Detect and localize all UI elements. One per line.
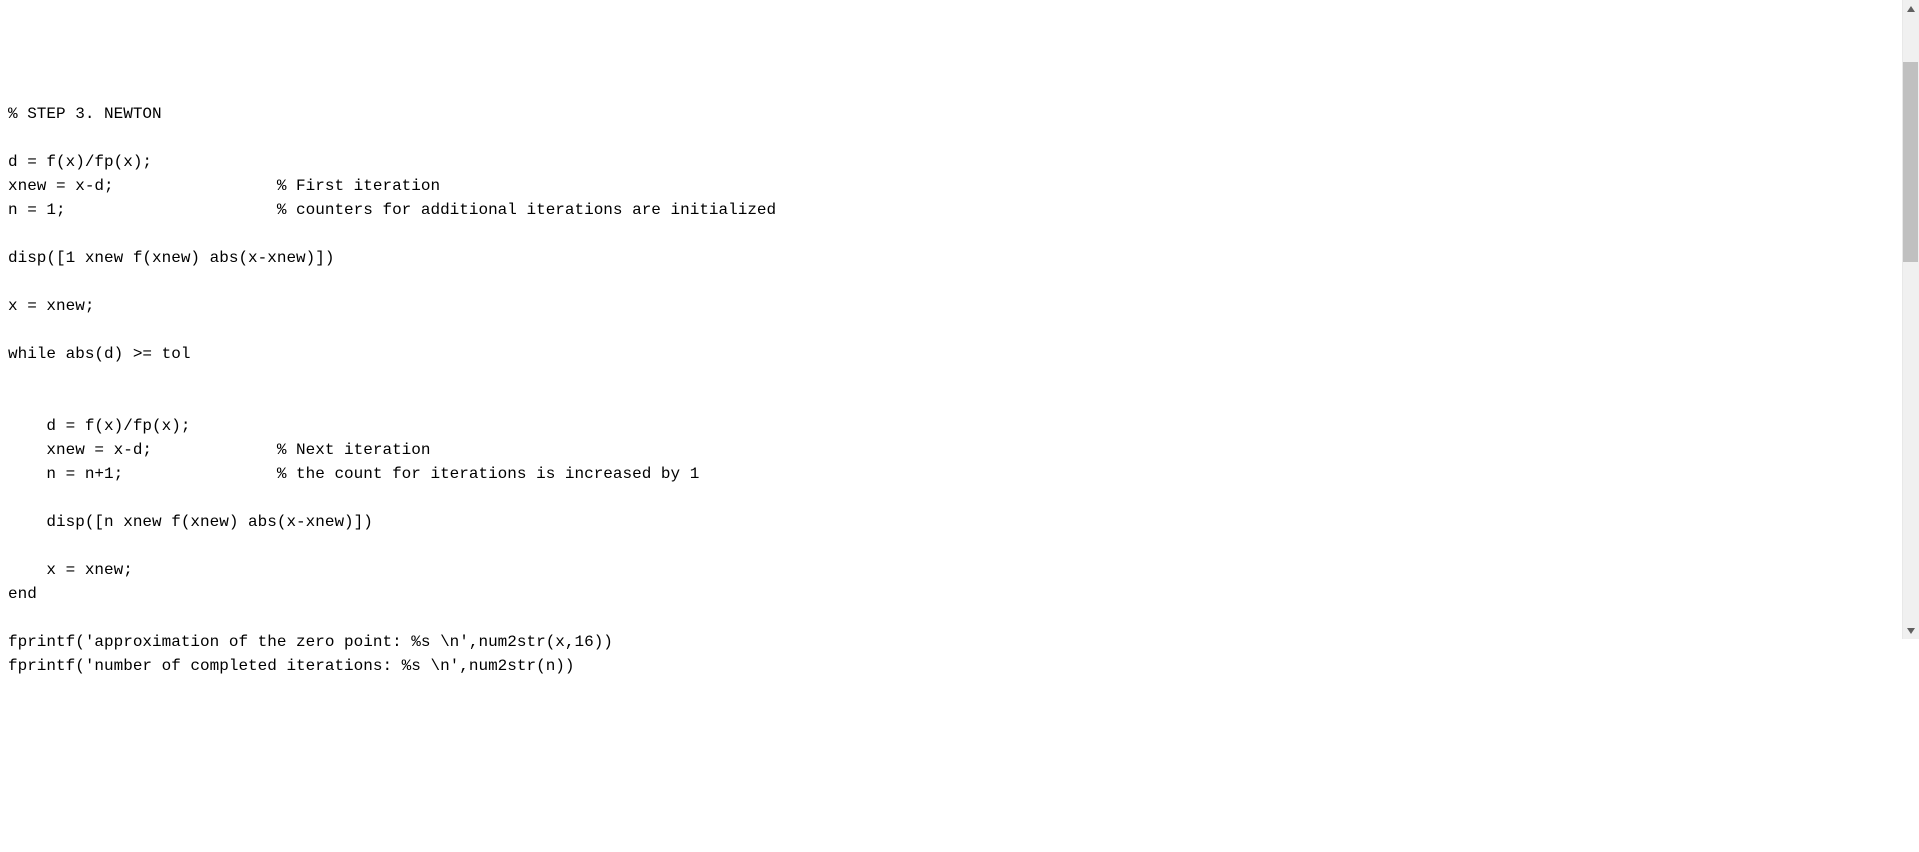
scroll-down-arrow-icon[interactable] bbox=[1902, 622, 1919, 639]
scrollbar-thumb[interactable] bbox=[1903, 62, 1918, 262]
code-line bbox=[8, 390, 1882, 414]
code-line bbox=[8, 486, 1882, 510]
code-editor-content[interactable]: % STEP 3. NEWTONd = f(x)/fp(x);xnew = x-… bbox=[0, 96, 1890, 684]
vertical-scrollbar[interactable] bbox=[1902, 0, 1919, 639]
code-line: x = xnew; bbox=[8, 294, 1882, 318]
code-line bbox=[8, 270, 1882, 294]
code-line: disp([1 xnew f(xnew) abs(x-xnew)]) bbox=[8, 246, 1882, 270]
code-line: xnew = x-d; % First iteration bbox=[8, 174, 1882, 198]
scroll-up-arrow-icon[interactable] bbox=[1902, 0, 1919, 17]
code-line: fprintf('number of completed iterations:… bbox=[8, 654, 1882, 678]
code-line: d = f(x)/fp(x); bbox=[8, 150, 1882, 174]
code-line: % STEP 3. NEWTON bbox=[8, 102, 1882, 126]
code-line bbox=[8, 222, 1882, 246]
code-line: fprintf('approximation of the zero point… bbox=[8, 630, 1882, 654]
code-line: while abs(d) >= tol bbox=[8, 342, 1882, 366]
code-line bbox=[8, 126, 1882, 150]
code-line: d = f(x)/fp(x); bbox=[8, 414, 1882, 438]
code-line: n = 1; % counters for additional iterati… bbox=[8, 198, 1882, 222]
code-line bbox=[8, 318, 1882, 342]
code-line bbox=[8, 534, 1882, 558]
code-line: disp([n xnew f(xnew) abs(x-xnew)]) bbox=[8, 510, 1882, 534]
code-line bbox=[8, 366, 1882, 390]
code-line: end bbox=[8, 582, 1882, 606]
code-line: x = xnew; bbox=[8, 558, 1882, 582]
code-line: n = n+1; % the count for iterations is i… bbox=[8, 462, 1882, 486]
code-line: xnew = x-d; % Next iteration bbox=[8, 438, 1882, 462]
code-line bbox=[8, 606, 1882, 630]
